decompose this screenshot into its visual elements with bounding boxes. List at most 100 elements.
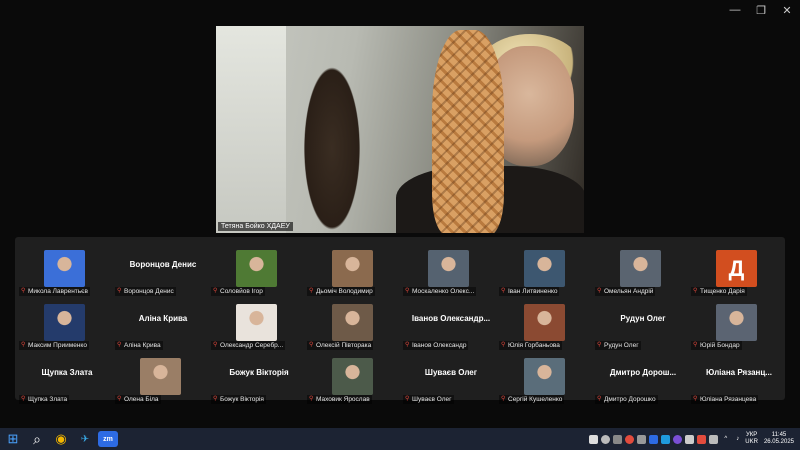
start-icon[interactable]: ⊞ — [2, 428, 24, 450]
participant-name-label: Микола Лаврентьєв — [19, 287, 90, 296]
search-icon[interactable]: ⌕ — [26, 428, 48, 450]
participant-video-thumbnail — [524, 304, 565, 341]
tray-icon-10[interactable] — [697, 434, 707, 444]
tray-icon-9[interactable] — [685, 434, 695, 444]
participant-video-thumbnail — [44, 304, 85, 341]
muted-mic-icon: ⚲ — [693, 288, 698, 294]
participant-tile[interactable]: Шуваєв Олег Шуваєв Олег ⚲ — [403, 350, 499, 404]
participant-tile[interactable]: Дьомiч Володимир ⚲ — [307, 242, 403, 296]
participant-tile[interactable]: Аліна Крива Аліна Крива ⚲ — [115, 296, 211, 350]
muted-mic-icon: ⚲ — [597, 342, 602, 348]
participant-video-thumbnail — [428, 250, 469, 287]
minimize-button[interactable]: — — [722, 0, 748, 20]
muted-mic-icon: ⚲ — [597, 396, 602, 402]
participant-tile[interactable]: Олена Біла ⚲ — [115, 350, 211, 404]
muted-mic-icon: ⚲ — [501, 396, 506, 402]
participant-name-label: Юлія Горбаньова — [499, 341, 562, 350]
participant-tile[interactable]: Микола Лаврентьєв ⚲ — [19, 242, 115, 296]
participant-tile[interactable]: Божук Вікторія Божук Вікторія ⚲ — [211, 350, 307, 404]
tray-icon-2[interactable] — [601, 434, 611, 444]
language-bottom: UKR — [745, 439, 758, 445]
participant-tile[interactable]: Рудун Олег Рудун Олег ⚲ — [595, 296, 691, 350]
participant-tile[interactable]: Юлія Горбаньова ⚲ — [499, 296, 595, 350]
muted-mic-icon: ⚲ — [309, 288, 314, 294]
participant-display-name: Аліна Крива — [138, 314, 188, 323]
participant-display-name: Іванов Олександр... — [411, 314, 491, 323]
chevron-up-icon[interactable]: ^ — [721, 435, 730, 444]
tray-icon-5[interactable] — [637, 434, 647, 444]
participant-video-thumbnail — [524, 358, 565, 395]
muted-mic-icon: ⚲ — [21, 342, 26, 348]
participant-name-label: Маховик Ярослав — [307, 395, 372, 404]
dark-pine-cone — [300, 56, 364, 233]
participant-video-thumbnail — [716, 304, 757, 341]
background-window — [216, 26, 286, 233]
muted-mic-icon: ⚲ — [117, 342, 122, 348]
muted-mic-icon: ⚲ — [309, 342, 314, 348]
muted-mic-icon: ⚲ — [501, 342, 506, 348]
participant-tile[interactable]: Юліана Рязанц... Юліана Рязанцева ⚲ — [691, 350, 787, 404]
muted-mic-icon: ⚲ — [501, 288, 506, 294]
participant-tile[interactable]: Д Тищенко Дарія ⚲ — [691, 242, 787, 296]
participant-tile[interactable]: Щупка Злата Щупка Злата ⚲ — [19, 350, 115, 404]
participant-tile[interactable]: Дмитро Дорош... Дмитро Дорошко ⚲ — [595, 350, 691, 404]
language-indicator[interactable]: УКР UKR — [745, 432, 758, 446]
participant-tile[interactable]: Олександр Серебр... ⚲ — [211, 296, 307, 350]
participant-display-name: Рудун Олег — [620, 314, 666, 323]
participant-avatar: Д — [716, 250, 757, 287]
tray-icon-3[interactable] — [613, 434, 623, 444]
participant-name-label: Максим Приименко — [19, 341, 89, 350]
participant-gallery: Микола Лаврентьєв ⚲ Воронцов Денис Воронцов… — [15, 237, 787, 404]
speaker-name-label: Тетяна Бойко ХДАЕУ — [218, 222, 293, 231]
participant-tile[interactable]: Олексій Півторака ⚲ — [307, 296, 403, 350]
tray-icon-6[interactable] — [649, 434, 659, 444]
system-tray: ^ ♪ УКР UKR 11:45 26.05.2025 — [589, 428, 794, 450]
tray-icon-1[interactable] — [589, 434, 599, 444]
tray-icon-8[interactable] — [673, 434, 683, 444]
participant-display-name: Божук Вікторія — [229, 368, 289, 377]
active-speaker-video[interactable]: Тетяна Бойко ХДАЕУ — [216, 26, 584, 233]
zoom-icon[interactable]: zm — [98, 431, 118, 447]
tray-icon-4[interactable] — [625, 434, 635, 444]
participant-video-thumbnail — [140, 358, 181, 395]
participant-video-thumbnail — [332, 358, 373, 395]
participant-video-thumbnail — [236, 304, 277, 341]
telegram-icon[interactable]: ✈ — [74, 428, 96, 450]
participant-tile[interactable]: Соловйов Ігор ⚲ — [211, 242, 307, 296]
clock-time: 11:45 — [771, 432, 787, 438]
clock[interactable]: 11:45 26.05.2025 — [764, 432, 794, 446]
participant-name-label: Юліана Рязанцева — [691, 395, 759, 404]
participant-name-label: Дьомiч Володимир — [307, 287, 375, 296]
participant-name-label: Олексій Півторака — [307, 341, 374, 350]
language-top: УКР — [745, 432, 758, 438]
muted-mic-icon: ⚲ — [693, 342, 698, 348]
participant-name-label: Олександр Серебр... — [211, 341, 286, 350]
participant-name-label: Дмитро Дорошко — [595, 395, 658, 404]
participant-tile[interactable]: Іванов Олександр... Іванов Олександр ⚲ — [403, 296, 499, 350]
participant-tile[interactable]: Омельян Андрій ⚲ — [595, 242, 691, 296]
speaker-volume-icon[interactable]: ♪ — [733, 435, 742, 444]
restore-button[interactable]: ❐ — [748, 0, 774, 20]
participant-tile[interactable]: Маховик Ярослав ⚲ — [307, 350, 403, 404]
muted-mic-icon: ⚲ — [213, 342, 218, 348]
chrome-icon[interactable]: ◉ — [50, 428, 72, 450]
muted-mic-icon: ⚲ — [21, 288, 26, 294]
close-button[interactable]: ✕ — [774, 0, 800, 20]
muted-mic-icon: ⚲ — [693, 396, 698, 402]
participant-tile[interactable]: Іван Литвиненко ⚲ — [499, 242, 595, 296]
participant-tile[interactable]: Юрій Бондар ⚲ — [691, 296, 787, 350]
participant-name-label: Іванов Олександр — [403, 341, 469, 350]
participant-video-thumbnail — [236, 250, 277, 287]
tray-icon-7[interactable] — [661, 434, 671, 444]
muted-mic-icon: ⚲ — [597, 288, 602, 294]
participant-name-label: Божук Вікторія — [211, 395, 266, 404]
participant-name-label: Воронцов Денис — [115, 287, 176, 296]
muted-mic-icon: ⚲ — [405, 342, 410, 348]
participant-tile[interactable]: Максим Приименко ⚲ — [19, 296, 115, 350]
muted-mic-icon: ⚲ — [405, 396, 410, 402]
tray-icon-11[interactable] — [709, 434, 719, 444]
participant-tile[interactable]: Москаленко Олекс... ⚲ — [403, 242, 499, 296]
participant-tile[interactable]: Воронцов Денис Воронцов Денис ⚲ — [115, 242, 211, 296]
participant-tile[interactable]: Сергій Кушеленко ⚲ — [499, 350, 595, 404]
participant-display-name: Шуваєв Олег — [424, 368, 478, 377]
